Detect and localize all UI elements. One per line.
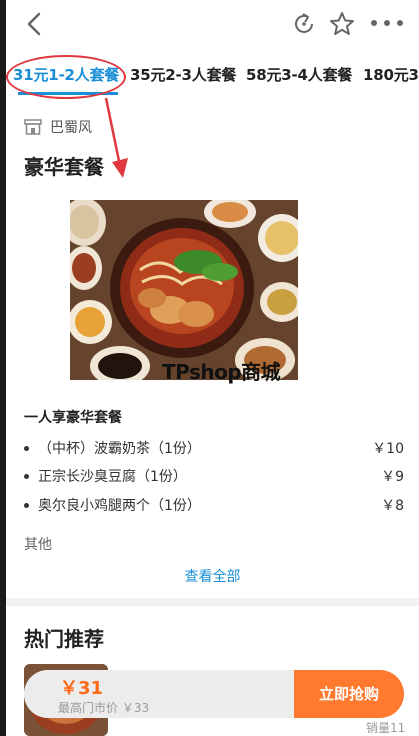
annotation-arrow — [104, 97, 128, 178]
item-name: 奥尔良小鸡腿两个（1份） — [38, 498, 201, 514]
tab-package-3-4[interactable]: 58元3-4人套餐 — [246, 64, 352, 85]
market-price: 最高门市价 ￥33 — [58, 701, 150, 715]
bullet-dot — [24, 446, 29, 451]
list-item: （中杯）波霸奶茶（1份） ￥10 — [24, 438, 404, 460]
item-name: （中杯）波霸奶茶（1份） — [38, 441, 201, 457]
current-price: ￥31 — [60, 678, 104, 699]
tab-package-180[interactable]: 180元3-4 — [363, 64, 419, 85]
set-name: 一人享豪华套餐 — [24, 410, 122, 426]
buy-bar: ￥31 最高门市价 ￥33 立即抢购 — [24, 670, 404, 718]
hot-recommend-title: 热门推荐 — [24, 627, 104, 651]
store-info: 巴蜀风 — [24, 117, 92, 137]
buy-now-button[interactable]: 立即抢购 — [294, 670, 404, 718]
back-arrow-icon[interactable] — [22, 10, 48, 38]
price-area: ￥31 最高门市价 ￥33 — [24, 670, 294, 718]
top-bar — [6, 0, 419, 50]
watermark-text: TPshop商城 — [162, 360, 281, 384]
more-options-icon[interactable] — [366, 12, 408, 34]
list-item: 正宗长沙臭豆腐（1份） ￥9 — [24, 466, 404, 488]
store-name: 巴蜀风 — [50, 120, 92, 136]
store-icon — [24, 119, 42, 135]
package-title: 豪华套餐 — [24, 155, 104, 179]
view-all-link[interactable]: 查看全部 — [6, 566, 419, 586]
favorite-star-icon[interactable] — [328, 10, 356, 38]
refresh-icon[interactable] — [291, 11, 317, 37]
bullet-dot — [24, 503, 29, 508]
item-price: ￥8 — [381, 498, 404, 514]
list-item: 奥尔良小鸡腿两个（1份） ￥8 — [24, 495, 404, 517]
item-price: ￥9 — [381, 469, 404, 485]
food-photo-illustration — [70, 200, 298, 380]
page: 31元1-2人套餐 35元2-3人套餐 58元3-4人套餐 180元3-4 巴蜀… — [6, 0, 419, 736]
tab-package-2-3[interactable]: 35元2-3人套餐 — [130, 64, 236, 85]
annotation-ellipse — [6, 55, 126, 99]
bullet-dot — [24, 474, 29, 479]
sales-count: 销量11 — [366, 721, 406, 735]
item-price: ￥10 — [372, 441, 404, 457]
package-photo — [70, 200, 298, 380]
item-name: 正宗长沙臭豆腐（1份） — [38, 469, 187, 485]
others-label: 其他 — [24, 537, 52, 553]
section-divider — [6, 598, 419, 606]
